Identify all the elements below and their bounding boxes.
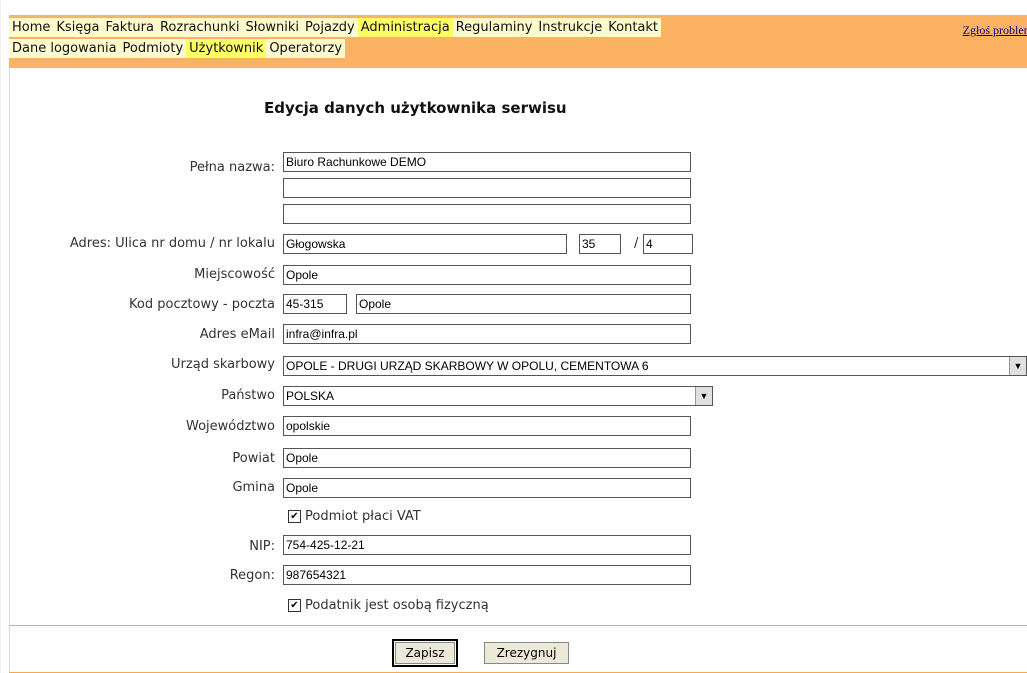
top-menu-bar: Home Księga Faktura Rozrachunki Słowniki Poja…: [9, 15, 1027, 68]
address-slash: /: [634, 236, 639, 251]
country-label: Państwo: [221, 388, 275, 403]
county-input[interactable]: Opole: [283, 448, 691, 468]
house-number-input[interactable]: 35: [579, 234, 621, 254]
flat-number-input[interactable]: 4: [643, 234, 693, 254]
vat-checkbox[interactable]: ✔ Podmiot płaci VAT: [288, 509, 421, 524]
menu-item-9[interactable]: Kontakt: [605, 18, 662, 37]
email-input[interactable]: infra@infra.pl: [283, 324, 691, 344]
checkbox-checked-icon[interactable]: ✔: [288, 510, 301, 523]
checkbox-checked-icon[interactable]: ✔: [288, 599, 301, 612]
chevron-down-icon[interactable]: ▼: [1009, 357, 1026, 375]
post-office-input[interactable]: Opole: [356, 294, 691, 314]
full-name-input-1[interactable]: Biuro Rachunkowe DEMO: [283, 152, 691, 172]
submenu-item-1[interactable]: Podmioty: [119, 39, 187, 58]
menu-item-3[interactable]: Rozrachunki: [156, 18, 243, 37]
full-name-input-2[interactable]: [283, 178, 691, 198]
regon-label: Regon:: [229, 568, 275, 583]
city-input[interactable]: Opole: [283, 265, 691, 285]
report-problem-link[interactable]: Zgłoś problem: [963, 23, 1027, 38]
natural-person-checkbox[interactable]: ✔ Podatnik jest osobą fizyczną: [288, 598, 489, 613]
postal-code-input[interactable]: 45-315: [283, 294, 347, 314]
city-label: Miejscowość: [194, 267, 275, 282]
menu-item-7[interactable]: Regulaminy: [452, 18, 536, 37]
menu-item-5[interactable]: Pojazdy: [302, 18, 358, 37]
county-label: Powiat: [232, 451, 275, 466]
menu-item-4[interactable]: Słowniki: [242, 18, 303, 37]
commune-label: Gmina: [232, 480, 275, 495]
email-label: Adres eMail: [199, 327, 275, 342]
submenu-item-3[interactable]: Operatorzy: [266, 39, 346, 58]
voivodeship-input[interactable]: opolskie: [283, 416, 691, 436]
tax-office-label: Urząd skarbowy: [171, 357, 275, 372]
address-label: Adres: Ulica nr domu / nr lokalu: [69, 236, 275, 251]
country-value: POLSKA: [286, 389, 335, 403]
postal-label: Kod pocztowy - poczta: [129, 297, 275, 312]
chevron-down-icon[interactable]: ▼: [695, 387, 712, 405]
divider-top: [9, 625, 1027, 626]
content-left-border: [9, 68, 10, 673]
menu-item-8[interactable]: Instrukcje: [535, 18, 606, 37]
menu-item-0[interactable]: Home: [9, 18, 54, 37]
menu-item-2[interactable]: Faktura: [102, 18, 157, 37]
submenu-item-2[interactable]: Użytkownik: [186, 39, 267, 58]
submenu-item-0[interactable]: Dane logowania: [9, 39, 120, 58]
vat-checkbox-label: Podmiot płaci VAT: [305, 509, 421, 524]
natural-person-checkbox-label: Podatnik jest osobą fizyczną: [305, 598, 489, 613]
save-button[interactable]: Zapisz: [392, 639, 458, 667]
main-menu: Home Księga Faktura Rozrachunki Słowniki Poja…: [9, 18, 662, 37]
voivodeship-label: Województwo: [185, 419, 275, 434]
menu-item-6[interactable]: Administracja: [357, 18, 453, 37]
nip-label: NIP:: [249, 539, 275, 554]
commune-input[interactable]: Opole: [283, 478, 691, 498]
tax-office-select[interactable]: OPOLE - DRUGI URZĄD SKARBOWY W OPOLU, CE…: [283, 356, 1027, 376]
street-input[interactable]: Głogowska: [283, 234, 567, 254]
menu-item-1[interactable]: Księga: [53, 18, 103, 37]
nip-input[interactable]: 754-425-12-21: [283, 535, 691, 555]
full-name-input-3[interactable]: [283, 204, 691, 224]
regon-input[interactable]: 987654321: [283, 565, 691, 585]
full-name-label: Pełna nazwa:: [189, 160, 275, 175]
cancel-button[interactable]: Zrezygnuj: [484, 642, 569, 664]
country-select[interactable]: POLSKA ▼: [283, 386, 713, 406]
page-title: Edycja danych użytkownika serwisu: [264, 99, 567, 117]
window-edge: [0, 0, 1, 673]
sub-menu: Dane logowania Podmioty Użytkownik Operator…: [9, 39, 346, 58]
tax-office-value: OPOLE - DRUGI URZĄD SKARBOWY W OPOLU, CE…: [286, 359, 649, 373]
